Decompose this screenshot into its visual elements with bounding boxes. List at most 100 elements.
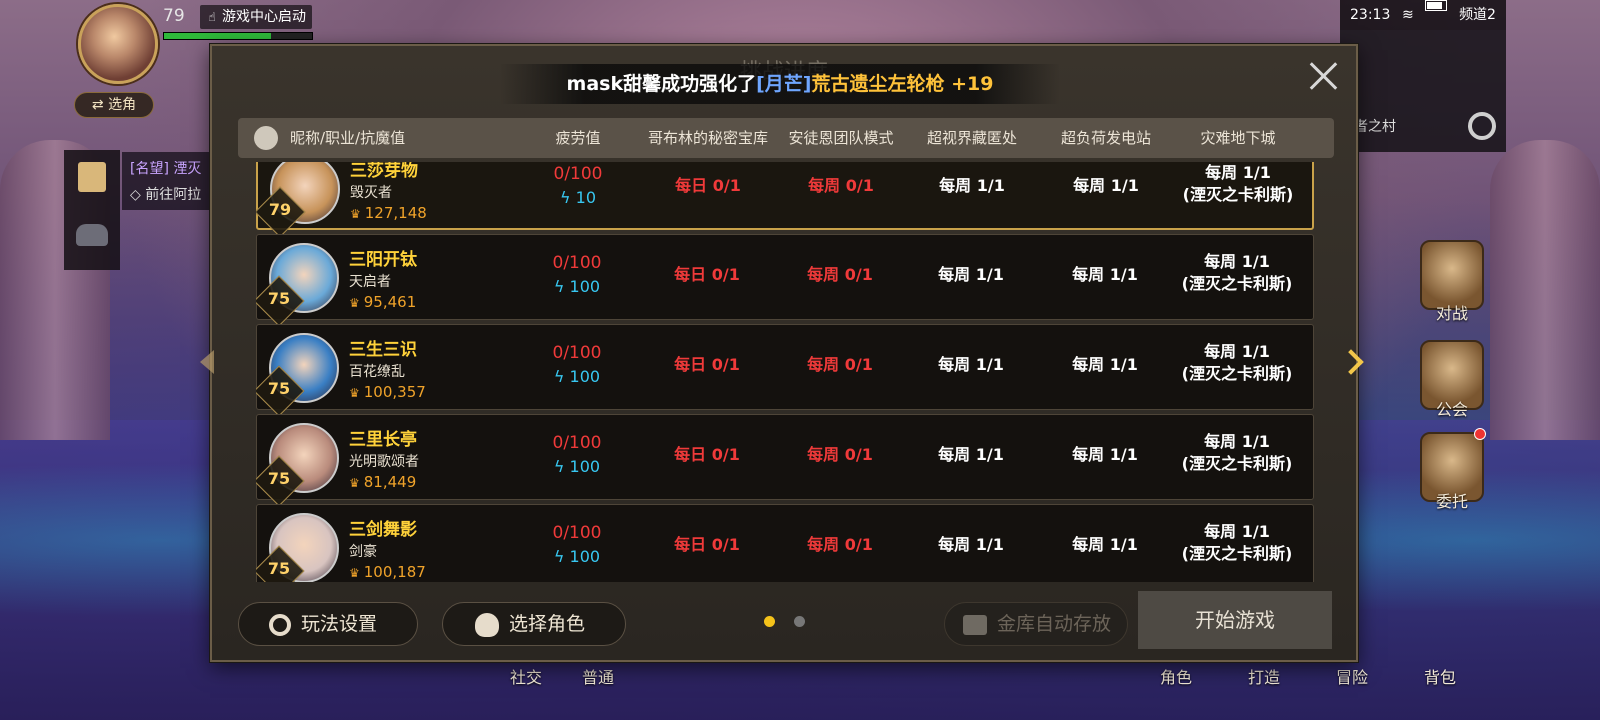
character-job: 天启者: [349, 274, 391, 290]
guild-label: 公会: [1435, 400, 1468, 419]
lightning-icon: ϟ: [553, 277, 565, 296]
commission-label: 委托: [1435, 492, 1468, 511]
header-fatigue: 疲劳值: [555, 129, 601, 147]
channel-label[interactable]: 频道2: [1459, 0, 1496, 30]
vault-auto-store-button[interactable]: 金库自动存放: [944, 602, 1128, 646]
character-job: 毁灭者: [350, 185, 392, 201]
station-progress: 每周 1/1: [1072, 265, 1138, 284]
battery-icon: [1425, 0, 1448, 11]
header-goblin: 哥布林的秘密宝库: [647, 129, 768, 147]
game-center-button[interactable]: ☝ 游戏中心启动: [200, 5, 312, 29]
select-character-label: 选择角色: [509, 613, 586, 635]
character-row[interactable]: 75 三阳开钛 天启者 ♛ 95,461 0/100 ϟ 100 每日 0/1 每周 0/1 每周…: [256, 234, 1314, 327]
character-name: 三生三识: [349, 340, 417, 360]
hidden-progress: 每周 1/1: [938, 265, 1004, 284]
next-page-arrow-icon[interactable]: [1342, 350, 1366, 380]
notice-bonus: +19: [944, 73, 994, 95]
character-icon: [475, 612, 499, 637]
character-level: 75: [267, 289, 291, 308]
vault-auto-store-label: 金库自动存放: [997, 613, 1112, 635]
nav-character[interactable]: 角色: [1160, 664, 1192, 688]
page-dot[interactable]: [794, 616, 805, 627]
character-power: ♛ 95,461: [349, 293, 417, 311]
nav-social[interactable]: 社交: [510, 664, 542, 688]
notice-player: mask甜馨成功强化了: [566, 73, 757, 95]
antoine-progress: 每周 0/1: [808, 176, 874, 195]
disaster-progress: 每周 1/1 (湮灭之卡利斯): [1182, 163, 1294, 204]
fatigue-value: 0/100: [552, 433, 602, 453]
character-row[interactable]: 75 三剑舞影 剑豪 ♛ 100,187 0/100 ϟ 100 每日 0/1 每周 0/1 每周…: [256, 504, 1314, 582]
minimap-panel[interactable]: 者之村: [1340, 30, 1506, 152]
hand-icon: ☝: [208, 10, 216, 24]
lightning-icon: ϟ: [559, 188, 571, 207]
prev-page-arrow-icon[interactable]: [200, 350, 214, 374]
nav-normal[interactable]: 普通: [582, 664, 614, 688]
wifi-icon: ≋: [1402, 7, 1414, 23]
header-power-station: 超负荷发电站: [1060, 129, 1151, 147]
crown-icon: ♛: [349, 566, 360, 580]
start-game-button[interactable]: 开始游戏: [1138, 591, 1332, 649]
fatigue-extra: ϟ 100: [553, 547, 601, 566]
station-progress: 每周 1/1: [1073, 176, 1139, 195]
crown-icon: ♛: [349, 476, 360, 490]
hp-bar-fill: [164, 33, 271, 39]
header-disaster: 灾难地下城: [1200, 129, 1276, 147]
character-header-icon: [254, 126, 278, 150]
disaster-progress: 每周 1/1 (湮灭之卡利斯): [1181, 432, 1293, 473]
disaster-progress: 每周 1/1 (湮灭之卡利斯): [1181, 342, 1293, 383]
character-row[interactable]: 75 三生三识 百花缭乱 ♛ 100,357 0/100 ϟ 100 每日 0/1 每周 0/1…: [256, 324, 1314, 417]
fatigue-value: 0/100: [552, 343, 602, 363]
antoine-progress: 每周 0/1: [807, 265, 873, 284]
switch-role-button[interactable]: ⇄ 选角: [74, 92, 154, 118]
close-button[interactable]: [1308, 60, 1340, 92]
character-power: ♛ 127,148: [350, 204, 427, 222]
scroll-icon[interactable]: [78, 162, 106, 192]
crown-icon: ♛: [349, 296, 360, 310]
village-name: 者之村: [1354, 119, 1396, 135]
goblin-progress: 每日 0/1: [675, 176, 741, 195]
header-antoine: 安徒恩团队模式: [788, 129, 894, 147]
table-header: 昵称/职业/抗魔值 疲劳值 哥布林的秘密宝库 安徒恩团队模式 超视界藏匿处 超负…: [238, 118, 1334, 158]
status-bar: 23:13 ≋ 频道2: [1340, 0, 1506, 30]
page-dot-active: [764, 616, 775, 627]
friends-icon[interactable]: [76, 224, 108, 246]
nav-craft[interactable]: 打造: [1248, 664, 1280, 688]
goblin-progress: 每日 0/1: [674, 535, 740, 554]
antoine-progress: 每周 0/1: [807, 445, 873, 464]
background-pillar: [1490, 140, 1600, 440]
goblin-progress: 每日 0/1: [674, 445, 740, 464]
station-progress: 每周 1/1: [1072, 445, 1138, 464]
character-level: 79: [268, 200, 292, 219]
crown-icon: ♛: [349, 386, 360, 400]
character-level: 75: [267, 469, 291, 488]
character-name: 三剑舞影: [349, 520, 417, 540]
notice-item-name: 荒古遗尘左轮枪: [811, 73, 945, 95]
lightning-icon: ϟ: [553, 367, 565, 386]
character-list[interactable]: 79 三莎芽物 毁灭者 ♛ 127,148 0/100 ϟ 10 每日 0/1 每周 0/1 每周…: [256, 162, 1316, 582]
notice-item-tag: [月芒]: [756, 73, 812, 95]
fatigue-extra: ϟ 100: [553, 457, 601, 476]
nav-adventure[interactable]: 冒险: [1336, 664, 1368, 688]
station-progress: 每周 1/1: [1072, 355, 1138, 374]
select-character-button[interactable]: 选择角色: [442, 602, 626, 646]
nav-bag[interactable]: 背包: [1424, 664, 1456, 688]
fatigue-extra: ϟ 100: [553, 367, 601, 386]
character-job: 剑豪: [349, 544, 377, 560]
disaster-progress: 每周 1/1 (湮灭之卡利斯): [1181, 522, 1293, 563]
goblin-progress: 每日 0/1: [674, 355, 740, 374]
notification-dot: [1474, 428, 1486, 440]
lightning-icon: ϟ: [553, 457, 565, 476]
character-job: 光明歌颂者: [349, 454, 419, 470]
play-settings-button[interactable]: 玩法设置: [238, 602, 418, 646]
character-level: 75: [267, 379, 291, 398]
hp-bar: [163, 32, 313, 40]
player-avatar[interactable]: [78, 4, 158, 84]
disaster-progress: 每周 1/1 (湮灭之卡利斯): [1181, 252, 1293, 293]
character-row[interactable]: 75 三里长亭 光明歌颂者 ♛ 81,449 0/100 ϟ 100 每日 0/1 每周 0/1…: [256, 414, 1314, 507]
character-level: 75: [267, 559, 291, 578]
character-name: 三里长亭: [349, 430, 417, 450]
hidden-progress: 每周 1/1: [938, 355, 1004, 374]
character-row[interactable]: 79 三莎芽物 毁灭者 ♛ 127,148 0/100 ϟ 10 每日 0/1 每周 0/1 每周…: [256, 162, 1314, 238]
hidden-progress: 每周 1/1: [938, 445, 1004, 464]
settings-gear-icon[interactable]: [1468, 112, 1496, 140]
